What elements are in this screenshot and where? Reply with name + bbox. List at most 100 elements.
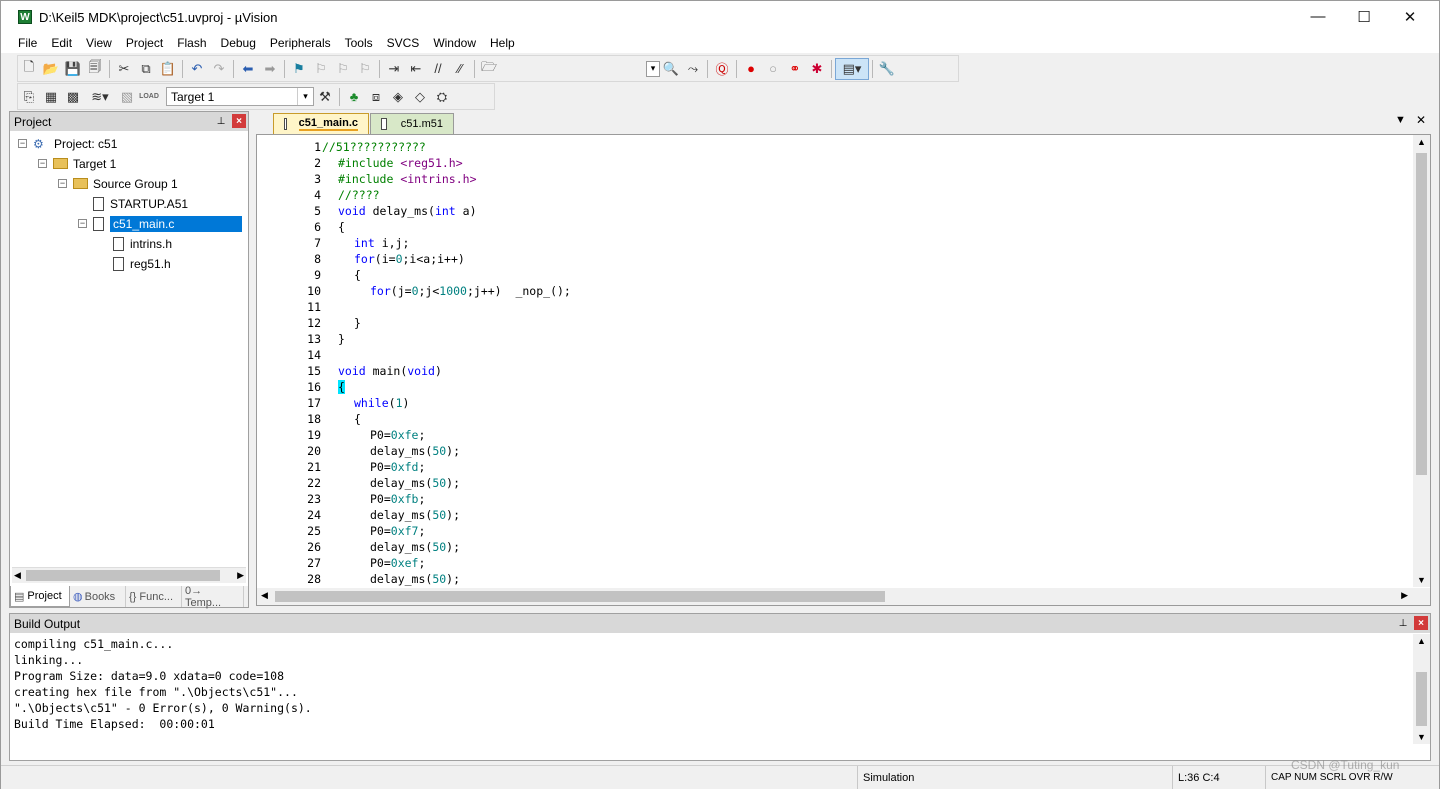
scroll-left-icon[interactable]: ◀ [261,590,268,601]
comment-icon[interactable]: // [427,58,449,80]
scroll-right-icon[interactable]: ▶ [237,570,244,581]
redo-icon[interactable]: ↷ [208,58,230,80]
unindent-icon[interactable]: ⇤ [405,58,427,80]
cut-icon[interactable]: ✂ [113,58,135,80]
bookmark-icon[interactable]: ⚑ [288,58,310,80]
select-packs-icon[interactable]: ◈ [387,86,409,108]
target-select[interactable]: Target 1 ▾ [166,87,314,106]
download-load-icon[interactable]: LOAD [138,86,160,108]
chevron-down-icon[interactable]: ▾ [297,88,313,105]
tab-functions[interactable]: {} Func... [126,586,182,607]
menu-debug[interactable]: Debug [214,33,263,53]
menu-view[interactable]: View [79,33,119,53]
find-icon[interactable]: 🔍 [660,58,682,80]
manage-runtime-icon[interactable]: ⛭ [431,86,453,108]
tree-item-source-group[interactable]: − Source Group 1 [58,174,178,193]
tab-books[interactable]: ◍ Books [70,586,126,607]
output-vertical-scrollbar[interactable]: ▲ ▼ [1413,634,1430,744]
scroll-up-icon[interactable]: ▲ [1417,137,1426,147]
scroll-thumb[interactable] [1416,153,1427,475]
close-button[interactable]: ✕ [1387,1,1433,32]
stop-build-icon[interactable]: ▧ [116,86,138,108]
scroll-down-icon[interactable]: ▼ [1417,732,1426,742]
tab-templates[interactable]: 0→ Temp... [182,585,244,609]
undo-icon[interactable]: ↶ [186,58,208,80]
start-debug-icon[interactable]: Ⓠ [711,58,733,80]
menu-edit[interactable]: Edit [44,33,79,53]
next-bookmark-icon[interactable]: ⚐ [332,58,354,80]
paste-icon[interactable]: 📋 [157,58,179,80]
navigate-forward-icon[interactable]: ➡ [259,58,281,80]
save-all-icon[interactable]: 🗐 [84,58,106,80]
indent-icon[interactable]: ⇥ [383,58,405,80]
incremental-find-icon[interactable]: ⤳ [682,58,704,80]
window-layout-icon[interactable]: ▤▾ [835,57,869,80]
uncomment-icon[interactable]: ⁄⁄ [449,58,471,80]
menu-file[interactable]: File [11,33,44,53]
maximize-button[interactable]: ☐ [1341,1,1387,32]
toolbar-separator [339,87,340,106]
menu-svcs[interactable]: SVCS [380,33,427,53]
menu-project[interactable]: Project [119,33,170,53]
scroll-thumb[interactable] [26,570,220,581]
rebuild-icon[interactable]: ▩ [62,86,84,108]
translate-icon[interactable]: ⎘ [18,86,40,108]
menu-help[interactable]: Help [483,33,522,53]
scroll-thumb[interactable] [1416,672,1427,726]
tree-item-target[interactable]: − Target 1 [38,154,116,173]
collapse-icon[interactable]: − [38,159,47,168]
menu-window[interactable]: Window [426,33,483,53]
collapse-icon[interactable]: − [78,219,87,228]
pin-icon[interactable]: ⊥ [1396,616,1410,630]
pin-icon[interactable]: ⊥ [214,114,228,128]
build-icon[interactable]: ▦ [40,86,62,108]
tree-item-startup[interactable]: STARTUP.A51 [93,194,188,213]
enable-breakpoint-icon[interactable]: ○ [762,58,784,80]
project-horizontal-scrollbar[interactable]: ◀ ▶ [12,567,246,583]
open-file-icon[interactable]: 📂 [40,58,62,80]
code-editor[interactable]: 1 2 3 4 5 6 7 8 9 10 11 12 13 14 15 16 1… [256,134,1431,606]
close-panel-icon[interactable]: × [232,114,246,128]
tab-c51-main[interactable]: c51_main.c [273,113,369,134]
tab-c51-m51[interactable]: c51.m51 [370,113,454,134]
find-combo-dropdown-icon[interactable]: ▾ [646,60,660,77]
line-number: 20 [307,444,321,458]
scroll-down-icon[interactable]: ▼ [1417,575,1426,585]
menu-tools[interactable]: Tools [338,33,380,53]
scroll-left-icon[interactable]: ◀ [14,570,21,581]
tab-list-dropdown-icon[interactable]: ▼ [1395,114,1406,126]
tree-item-main-c[interactable]: − c51_main.c [78,214,242,233]
tab-project[interactable]: ▤ Project [10,586,70,607]
save-icon[interactable]: 💾 [62,58,84,80]
manage-project-items-icon[interactable]: ⧈ [365,86,387,108]
editor-horizontal-scrollbar[interactable]: ◀ ▶ [257,588,1430,605]
close-tab-icon[interactable]: ✕ [1416,113,1426,127]
tree-item-intrins[interactable]: intrins.h [113,234,172,253]
clear-bookmarks-icon[interactable]: ⚐ [354,58,376,80]
disable-all-breakpoints-icon[interactable]: ⚭ [784,58,806,80]
tree-item-reg51[interactable]: reg51.h [113,254,171,273]
scroll-thumb[interactable] [275,591,885,602]
configure-icon[interactable]: 🔧 [876,58,898,80]
editor-vertical-scrollbar[interactable]: ▲ ▼ [1413,135,1430,587]
scroll-up-icon[interactable]: ▲ [1417,636,1426,646]
scroll-right-icon[interactable]: ▶ [1401,590,1408,601]
copy-icon[interactable]: ⧉ [135,58,157,80]
prev-bookmark-icon[interactable]: ⚐ [310,58,332,80]
kill-all-breakpoints-icon[interactable]: ✱ [806,58,828,80]
tree-item-project[interactable]: − ⚙ Project: c51 [18,134,117,153]
file-extensions-icon[interactable]: ♣ [343,86,365,108]
navigate-back-icon[interactable]: ⬅ [237,58,259,80]
minimize-button[interactable]: — [1295,1,1341,32]
new-file-icon[interactable]: 🗋 [18,58,40,80]
insert-breakpoint-icon[interactable]: ● [740,58,762,80]
menu-flash[interactable]: Flash [170,33,213,53]
collapse-icon[interactable]: − [18,139,27,148]
close-panel-icon[interactable]: × [1414,616,1428,630]
pack-installer-icon[interactable]: ◇ [409,86,431,108]
target-options-icon[interactable]: ⚒ [314,86,336,108]
collapse-icon[interactable]: − [58,179,67,188]
batch-build-icon[interactable]: ≋▾ [84,86,116,108]
menu-peripherals[interactable]: Peripherals [263,33,338,53]
find-in-files-icon[interactable]: 🗁 [478,58,500,80]
